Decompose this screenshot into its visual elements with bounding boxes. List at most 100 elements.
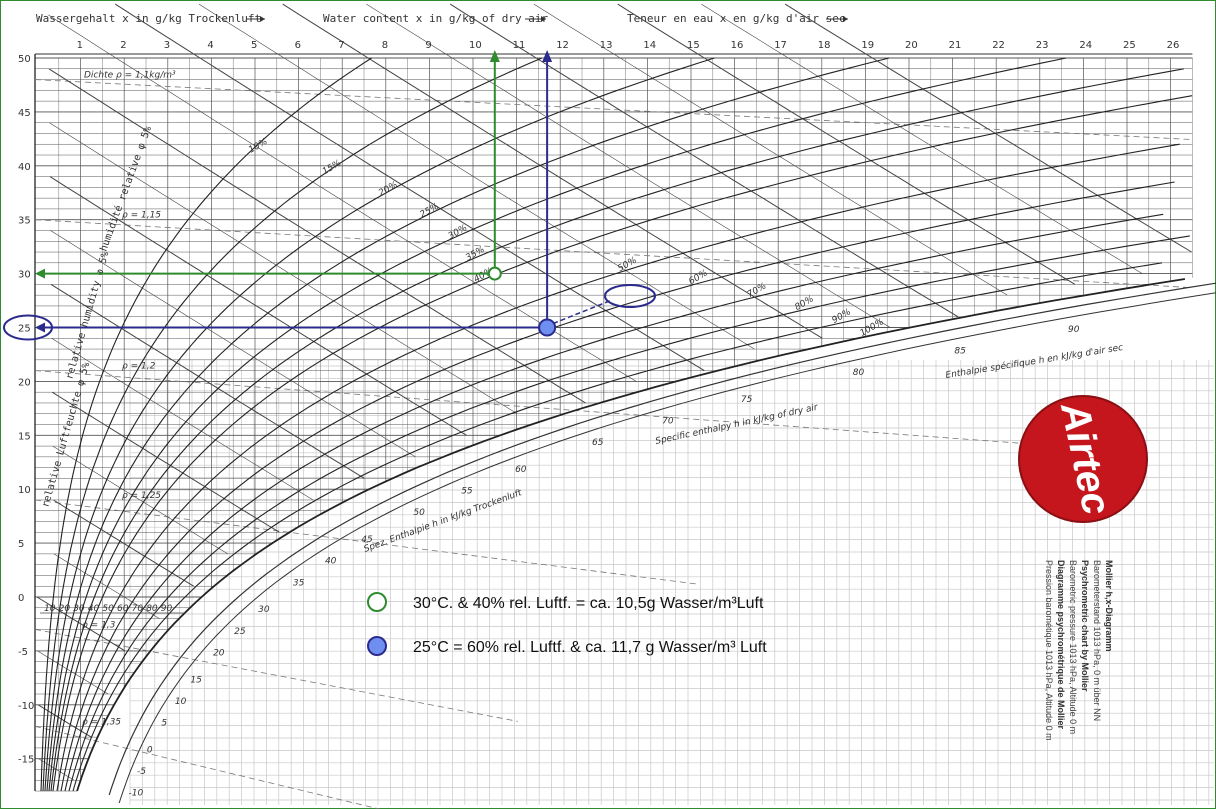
x-tick-label: 1 <box>77 40 83 51</box>
x-tick-label: 4 <box>207 40 213 51</box>
x-axis-title-fr: Teneur en eau x en g/kg d'air sec <box>627 12 846 25</box>
y-tick-label: 30 <box>18 270 31 281</box>
rh-label: 15% <box>321 159 343 178</box>
density-line <box>34 219 1193 289</box>
x-tick-label: 23 <box>1036 40 1049 51</box>
inset-scale-label: 50 <box>102 604 114 614</box>
enthalpy-scale: -15-10-505101520253035404550556065707580… <box>40 282 1216 804</box>
inset-scale-label: 60 <box>117 604 129 614</box>
info-line: Psychrometric chart by Mollier <box>1080 560 1090 692</box>
y-tick-label: 50 <box>18 54 31 65</box>
info-line: Pression barométique 1013 hPa, Altitude … <box>1044 560 1054 741</box>
annotation-arrowhead-up <box>542 50 553 62</box>
enthalpy-scale-label: 50 <box>413 508 425 518</box>
x-tick-label: 14 <box>643 40 656 51</box>
x-tick-label: 13 <box>600 40 613 51</box>
inset-scale-label: 70 <box>132 604 144 614</box>
enthalpy-scale-label: 60 <box>515 465 527 475</box>
enthalpy-scale-label: 75 <box>741 395 753 405</box>
enthalpy-line <box>51 391 280 533</box>
x-tick-label: 6 <box>295 40 301 51</box>
y-tick-label: 5 <box>18 539 24 550</box>
density-line <box>34 79 1193 140</box>
airtec-logo: Airtec <box>1018 395 1148 523</box>
x-tick-label: 26 <box>1167 40 1180 51</box>
legend-marker <box>367 592 387 612</box>
enthalpy-scale-label: 85 <box>954 347 966 357</box>
inset-scale-label: 20 <box>59 604 71 614</box>
x-tick-label: 19 <box>861 40 874 51</box>
enthalpy-scale-label: 40 <box>325 557 337 567</box>
annotation-arrowhead-left <box>35 268 45 279</box>
enthalpy-scale-label: -5 <box>137 767 146 777</box>
inset-scale-label: 10 <box>44 604 56 614</box>
rh-curve <box>68 235 1190 792</box>
y-tick-label: 40 <box>18 162 31 173</box>
x-tick-label: 2 <box>120 40 126 51</box>
x-tick-label: 16 <box>731 40 744 51</box>
density-label: Dichte ρ = 1,1kg/m³ <box>84 71 176 81</box>
enthalpy-scale-label: 30 <box>258 605 270 615</box>
x-tick-label: 22 <box>992 40 1005 51</box>
enthalpy-title-de: Spez. Enthalpie h in kJ/kg Trockenluft <box>363 488 524 555</box>
annotation-arrowhead-up <box>489 50 500 62</box>
inset-scale-label: 80 <box>146 604 158 614</box>
info-line: Barometric pressure 1013 hPa, Altitude 0… <box>1068 560 1078 734</box>
info-line: Diagramme psychrométrique de Mollier <box>1056 560 1066 730</box>
y-tick-label: 0 <box>18 593 24 604</box>
enthalpy-scale-label: 80 <box>853 368 865 378</box>
legend-text: 25°C = 60% rel. Luftf. & ca. 11,7 g Wass… <box>413 639 767 656</box>
annotation-arrowhead-left <box>35 322 45 333</box>
y-tick-label: 10 <box>18 485 31 496</box>
x-tick-label: 7 <box>338 40 344 51</box>
density-label: ρ = 1,15 <box>122 211 161 221</box>
mollier-chart: Dichte ρ = 1,1kg/m³ρ = 1,15ρ = 1,2ρ = 1,… <box>3 3 1216 809</box>
enthalpy-scale-label: 5 <box>161 718 167 728</box>
enthalpy-scale-label: 70 <box>662 417 674 427</box>
x-tick-label: 25 <box>1123 40 1136 51</box>
enthalpy-line <box>49 122 518 414</box>
annotation-point <box>487 266 502 281</box>
enthalpy-scale-label: 25 <box>234 627 246 637</box>
x-tick-label: 15 <box>687 40 700 51</box>
legend-marker <box>367 636 387 656</box>
y-tick-label: -10 <box>18 701 34 712</box>
x-tick-label: 10 <box>469 40 482 51</box>
rh-label: 20% <box>377 180 399 199</box>
rh-label: 35% <box>464 245 486 264</box>
title-arrowhead <box>260 16 265 22</box>
y-tick-label: 25 <box>18 324 31 335</box>
inset-scale-label: 90 <box>161 604 173 614</box>
enthalpy-scale-label: -10 <box>129 788 144 798</box>
density-label: ρ = 1,3 <box>82 620 116 630</box>
enthalpy-scale-label: 65 <box>592 438 604 448</box>
y-tick-label: 45 <box>18 108 31 119</box>
x-tick-label: 8 <box>382 40 388 51</box>
enthalpy-scale-label: 0 <box>147 745 153 755</box>
inset-scale-label: 30 <box>73 604 85 614</box>
enthalpy-line <box>701 3 1143 274</box>
enthalpy-scale-label: 10 <box>175 697 187 707</box>
info-line: Barometerstand 1013 hPa, 0 m über NN <box>1092 560 1102 721</box>
x-tick-label: 17 <box>774 40 787 51</box>
rh-axis-label-fr: humidité relative φ 5% <box>98 124 155 253</box>
x-tick-label: 12 <box>556 40 569 51</box>
enthalpy-scale-label: 35 <box>293 578 305 588</box>
enthalpy-scale-label: 15 <box>190 675 202 685</box>
rh-label: 30% <box>447 223 469 242</box>
x-axis-title-en: Water content x in g/kg of dry air <box>323 12 549 25</box>
x-tick-label: 11 <box>513 40 526 51</box>
density-label: ρ = 1,35 <box>82 717 121 727</box>
rh-axis-label-en: relative humidity φ 5% <box>64 250 111 380</box>
enthalpy-scale-label: 90 <box>1068 325 1080 335</box>
y-tick-label: 20 <box>18 377 31 388</box>
y-tick-label: -5 <box>18 647 28 658</box>
inset-scale-label: 40 <box>88 604 100 614</box>
y-tick-label: -15 <box>18 755 34 766</box>
x-tick-label: 18 <box>818 40 831 51</box>
info-line: Mollier h,x-Diagramm <box>1104 560 1114 652</box>
enthalpy-scale-label: 55 <box>461 487 473 497</box>
annotation-point <box>538 318 557 337</box>
rh-curve <box>76 278 1186 792</box>
legend-text: 30°C. & 40% rel. Luftf. = ca. 10,5g Wass… <box>413 595 764 612</box>
